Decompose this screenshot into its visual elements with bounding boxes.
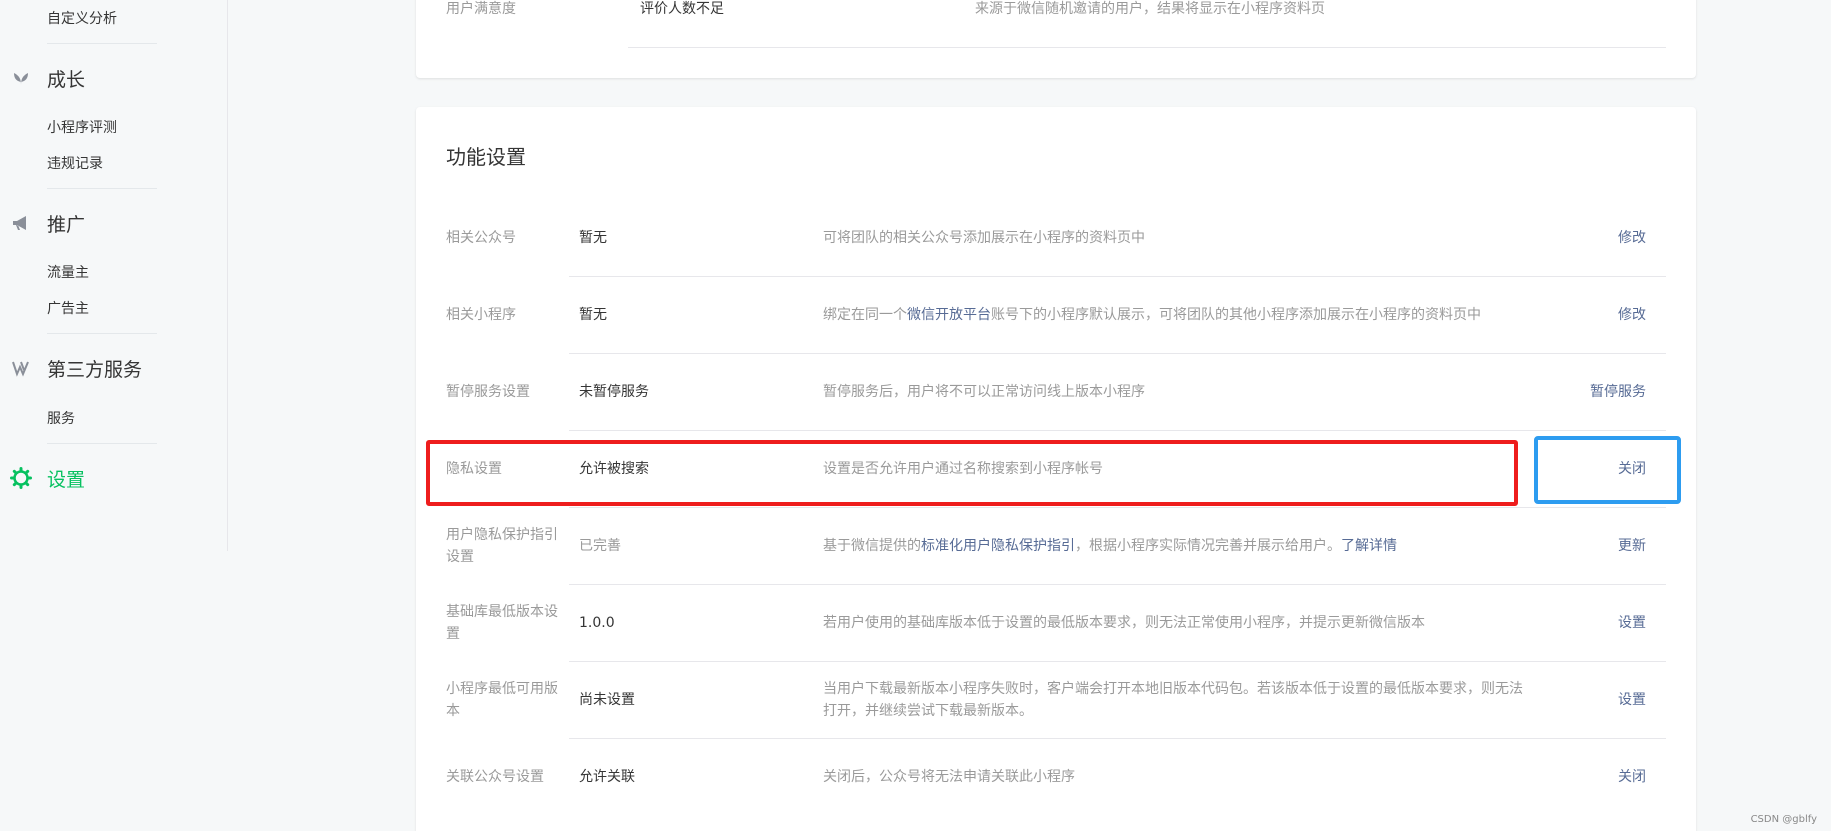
related-official-account-desc: 可将团队的相关公众号添加展示在小程序的资料页中	[823, 230, 1145, 246]
learn-more-link[interactable]: 了解详情	[1341, 538, 1397, 554]
link-official-account-close-button[interactable]: 关闭	[1618, 766, 1646, 786]
desc-text: 账号下的小程序默认展示，可将团队的其他小程序添加展示在小程序的资料页中	[991, 307, 1481, 323]
row-divider	[569, 353, 1666, 354]
sidebar-item-custom-analysis[interactable]: 自定义分析	[47, 8, 117, 28]
row-divider	[628, 47, 1666, 48]
privacy-settings-value: 允许被搜索	[579, 461, 649, 477]
pause-service-value: 未暂停服务	[579, 384, 649, 400]
related-miniprogram-desc: 绑定在同一个微信开放平台账号下的小程序默认展示，可将团队的其他小程序添加展示在小…	[823, 304, 1481, 326]
privacy-guide-desc: 基于微信提供的标准化用户隐私保护指引，根据小程序实际情况完善并展示给用户。了解详…	[823, 535, 1397, 557]
label-line: 本	[446, 703, 460, 719]
sidebar-group-settings[interactable]: 设置	[0, 463, 228, 493]
sidebar-group-growth-title: 成长	[47, 68, 86, 91]
min-version-label: 小程序最低可用版本	[446, 678, 558, 722]
min-version-value: 尚未设置	[579, 692, 635, 708]
user-satisfaction-label: 用户满意度	[446, 1, 516, 17]
desc-text: 绑定在同一个	[823, 307, 907, 323]
sidebar-item-traffic-owner[interactable]: 流量主	[47, 262, 89, 282]
sidebar-divider	[47, 333, 157, 334]
label-line: 设置	[446, 549, 474, 565]
sprout-icon	[10, 67, 32, 89]
min-base-lib-value: 1.0.0	[579, 615, 615, 631]
sidebar-divider	[47, 188, 157, 189]
sidebar-group-promote-title: 推广	[47, 213, 86, 236]
link-official-account-value: 允许关联	[579, 769, 635, 785]
link-official-account-label: 关联公众号设置	[446, 769, 544, 785]
label-line: 用户隐私保护指引	[446, 527, 558, 543]
pause-service-label: 暂停服务设置	[446, 384, 530, 400]
row-divider	[569, 507, 1666, 508]
related-official-account-edit-button[interactable]: 修改	[1618, 227, 1646, 247]
min-version-desc: 当用户下载最新版本小程序失败时，客户端会打开本地旧版本代码包。若该版本低于设置的…	[823, 678, 1523, 722]
min-version-set-button[interactable]: 设置	[1618, 689, 1646, 709]
privacy-settings-label: 隐私设置	[446, 461, 502, 477]
watermark: CSDN @gblfy	[1750, 814, 1817, 825]
sidebar-divider	[47, 443, 157, 444]
related-official-account-label: 相关公众号	[446, 230, 516, 246]
sidebar-group-third-party[interactable]: 第三方服务	[0, 353, 228, 383]
pause-service-button[interactable]: 暂停服务	[1590, 381, 1646, 401]
user-satisfaction-value: 评价人数不足	[640, 1, 724, 17]
row-divider	[569, 276, 1666, 277]
privacy-guide-link[interactable]: 标准化用户隐私保护指引	[921, 538, 1075, 554]
sidebar: 自定义分析 成长 小程序评测 违规记录 推广 流量主 广告主 第三方服务 服务	[0, 0, 228, 551]
megaphone-icon	[10, 212, 32, 234]
label-line: 基础库最低版本设	[446, 604, 558, 620]
row-divider	[569, 661, 1666, 662]
gear-icon	[10, 467, 32, 489]
privacy-guide-value: 已完善	[579, 538, 621, 554]
sidebar-item-evaluation[interactable]: 小程序评测	[47, 117, 117, 137]
related-miniprogram-edit-button[interactable]: 修改	[1618, 304, 1646, 324]
label-line: 小程序最低可用版	[446, 681, 558, 697]
desc-text: ，根据小程序实际情况完善并展示给用户。	[1075, 538, 1341, 554]
privacy-settings-close-button[interactable]: 关闭	[1618, 458, 1646, 478]
pause-service-desc: 暂停服务后，用户将不可以正常访问线上版本小程序	[823, 384, 1145, 400]
row-divider	[569, 584, 1666, 585]
desc-line: 当用户下载最新版本小程序失败时，客户端会打开本地旧版本代码包。若该版本低于设置的…	[823, 681, 1523, 697]
wechat-open-platform-link[interactable]: 微信开放平台	[907, 307, 991, 323]
privacy-guide-label: 用户隐私保护指引 设置	[446, 524, 558, 568]
link-official-account-desc: 关闭后，公众号将无法申请关联此小程序	[823, 769, 1075, 785]
sidebar-item-service[interactable]: 服务	[47, 408, 75, 428]
sidebar-item-advertiser[interactable]: 广告主	[47, 298, 89, 318]
sidebar-group-settings-title: 设置	[47, 468, 86, 491]
related-miniprogram-value: 暂无	[579, 307, 607, 323]
sidebar-group-promote[interactable]: 推广	[0, 208, 228, 238]
feature-settings-title: 功能设置	[446, 145, 526, 169]
sidebar-divider	[47, 43, 157, 44]
user-satisfaction-desc: 来源于微信随机邀请的用户，结果将显示在小程序资料页	[975, 1, 1325, 17]
min-base-lib-label: 基础库最低版本设置	[446, 601, 558, 645]
sidebar-group-third-party-title: 第三方服务	[47, 358, 143, 381]
min-base-lib-desc: 若用户使用的基础库版本低于设置的最低版本要求，则无法正常使用小程序，并提示更新微…	[823, 615, 1425, 631]
desc-line: 打开，并继续尝试下载最新版本。	[823, 703, 1033, 719]
sidebar-group-growth[interactable]: 成长	[0, 63, 228, 93]
third-party-icon	[10, 357, 32, 379]
related-miniprogram-label: 相关小程序	[446, 307, 516, 323]
privacy-guide-update-button[interactable]: 更新	[1618, 535, 1646, 555]
row-divider	[569, 738, 1666, 739]
min-base-lib-set-button[interactable]: 设置	[1618, 612, 1646, 632]
row-divider	[569, 430, 1666, 431]
privacy-settings-desc: 设置是否允许用户通过名称搜索到小程序帐号	[823, 461, 1103, 477]
label-line: 置	[446, 626, 460, 642]
related-official-account-value: 暂无	[579, 230, 607, 246]
desc-text: 基于微信提供的	[823, 538, 921, 554]
sidebar-item-violations[interactable]: 违规记录	[47, 153, 103, 173]
